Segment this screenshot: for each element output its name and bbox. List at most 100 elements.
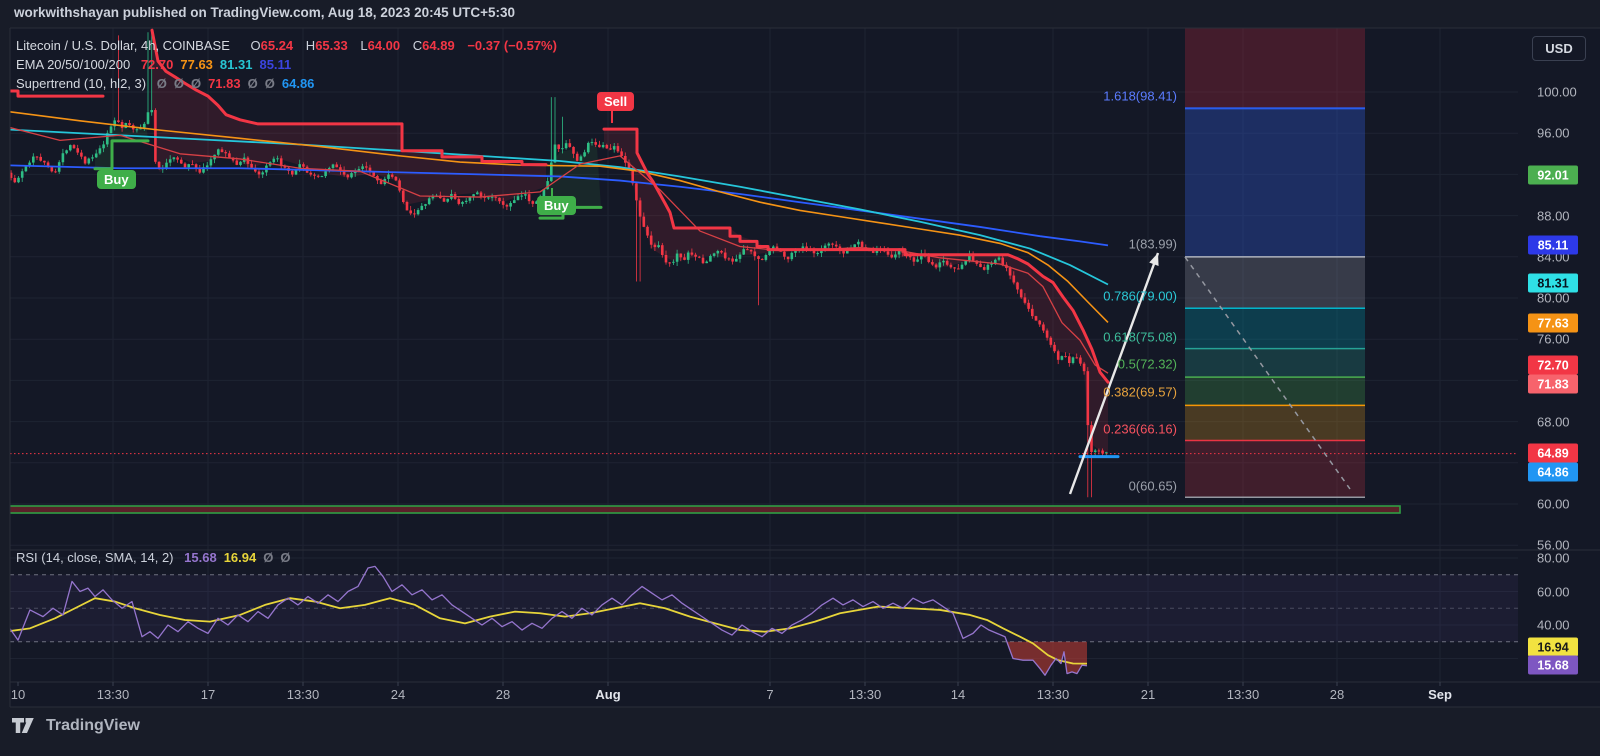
- tradingview-logo-text: TradingView: [46, 716, 140, 734]
- rsi-legend-value: 16.94: [223, 550, 257, 565]
- price-badge: 72.70: [1528, 355, 1578, 375]
- high-value: 65.33: [315, 38, 348, 53]
- buy-signal-tail: [551, 188, 553, 196]
- price-badge: 85.11: [1528, 235, 1578, 255]
- rsi-tick-label: 40.00: [1537, 617, 1570, 633]
- fib-zone: [1185, 308, 1365, 349]
- price-badge: 71.83: [1528, 374, 1578, 394]
- change-value: −0.37 (−0.57%): [467, 38, 557, 53]
- legend-ema-row: EMA 20/50/100/200 72.70 77.63 81.31 85.11: [16, 55, 557, 74]
- price-badge: 64.86: [1528, 462, 1578, 482]
- tradingview-watermark[interactable]: TradingView: [12, 716, 140, 735]
- fib-zone: [1185, 405, 1365, 441]
- sell-signal-text: Sell: [604, 94, 628, 109]
- supertrend-legend-value: 71.83: [208, 76, 241, 91]
- time-tick-label: 17: [200, 687, 216, 702]
- fib-zone: [1185, 348, 1365, 378]
- price-badge: 15.68: [1528, 655, 1578, 675]
- ema-label: EMA 20/50/100/200: [16, 57, 131, 72]
- rsi-legend-value: 15.68: [184, 550, 217, 565]
- fib-zone: [1185, 377, 1365, 406]
- ema-legend-value: 77.63: [180, 57, 213, 72]
- symbol-title: Litecoin / U.S. Dollar, 4h, COINBASE: [16, 38, 230, 53]
- rsi-legend-value: Ø: [280, 550, 291, 565]
- buy-signal-text: Buy: [104, 172, 129, 187]
- price-chart-canvas[interactable]: [0, 0, 1600, 756]
- fib-zone: [1185, 256, 1365, 309]
- supertrend-legend-value: 64.86: [281, 76, 315, 91]
- publisher-bar: workwithshayan published on TradingView.…: [14, 5, 516, 20]
- time-tick-label: 28: [1329, 687, 1345, 702]
- time-tick-label: 28: [495, 687, 511, 702]
- price-badge: 92.01: [1528, 165, 1578, 185]
- price-badge: 81.31: [1528, 273, 1578, 293]
- fib-zone: [1185, 440, 1365, 498]
- buy-signal-label: Buy: [97, 158, 136, 189]
- time-tick-label: Aug: [595, 687, 621, 702]
- price-tick-label: 80.00: [1537, 290, 1570, 306]
- time-tick-label: Sep: [1428, 687, 1452, 702]
- open-label: O: [250, 38, 261, 53]
- price-tick-label: 76.00: [1537, 331, 1570, 347]
- open-value: 65.24: [260, 38, 294, 53]
- low-label: L: [360, 38, 368, 53]
- price-badge: 77.63: [1528, 313, 1578, 333]
- high-label: H: [305, 38, 316, 53]
- supertrend-label: Supertrend (10, hl2, 3): [16, 76, 147, 91]
- fib-level-label: 1(83.99): [1128, 236, 1177, 252]
- time-tick-label: 13:30: [286, 687, 320, 702]
- low-value: 64.00: [367, 38, 401, 53]
- position-band: [10, 505, 1401, 514]
- rsi-legend-value: Ø: [263, 550, 274, 565]
- rsi-legend: RSI (14, close, SMA, 14, 2) 15.68 16.94 Ø Ø: [16, 550, 290, 565]
- fib-level-label: 0.382(69.57): [1103, 384, 1177, 400]
- supertrend-legend-value: Ø: [264, 76, 275, 91]
- currency-toggle-button[interactable]: USD: [1532, 36, 1586, 61]
- fib-level-label: 0.786(79.00): [1103, 288, 1177, 304]
- fib-level-label: 0.5(72.32): [1117, 356, 1177, 372]
- fib-zone: [1185, 108, 1365, 257]
- fib-zone: [1185, 28, 1365, 109]
- time-tick-label: 13:30: [1036, 687, 1070, 702]
- price-tick-label: 60.00: [1537, 496, 1570, 512]
- fib-level-label: 0.236(66.16): [1103, 421, 1177, 437]
- rsi-tick-label: 80.00: [1537, 550, 1570, 566]
- ema-legend-value: 85.11: [259, 57, 292, 72]
- price-badge: 16.94: [1528, 637, 1578, 657]
- tradingview-snapshot: workwithshayan published on TradingView.…: [0, 0, 1600, 756]
- price-tick-label: 100.00: [1537, 84, 1577, 100]
- close-value: 64.89: [422, 38, 455, 53]
- time-tick-label: 24: [390, 687, 406, 702]
- time-tick-label: 21: [1140, 687, 1156, 702]
- buy-signal-label: Buy: [537, 188, 576, 215]
- time-tick-label: 13:30: [96, 687, 130, 702]
- ema-legend-value: 81.31: [219, 57, 253, 72]
- sell-signal-tail: [611, 111, 613, 123]
- ema-legend-value: 72.70: [140, 57, 174, 72]
- close-label: C: [412, 38, 423, 53]
- tradingview-logo-icon: [12, 718, 34, 733]
- time-tick-label: 13:30: [1226, 687, 1260, 702]
- price-tick-label: 88.00: [1537, 208, 1570, 224]
- legend-supertrend-row: Supertrend (10, hl2, 3) Ø Ø Ø 71.83 Ø Ø 64.86: [16, 74, 557, 93]
- time-tick-label: 10: [10, 687, 26, 702]
- time-tick-label: 7: [766, 687, 774, 702]
- supertrend-legend-value: Ø: [173, 76, 184, 91]
- time-tick-label: 14: [950, 687, 966, 702]
- fib-level-label: 0.618(75.08): [1103, 329, 1177, 345]
- buy-signal-tail: [111, 158, 113, 170]
- time-tick-label: 13:30: [848, 687, 882, 702]
- rsi-label: RSI (14, close, SMA, 14, 2): [16, 550, 174, 565]
- legend-symbol-row: Litecoin / U.S. Dollar, 4h, COINBASE O65…: [16, 36, 557, 55]
- fib-level-label: 1.618(98.41): [1103, 88, 1177, 104]
- supertrend-legend-value: Ø: [247, 76, 258, 91]
- sell-signal-label: Sell: [597, 92, 635, 123]
- chart-legend: Litecoin / U.S. Dollar, 4h, COINBASE O65…: [16, 36, 557, 93]
- price-tick-label: 96.00: [1537, 125, 1570, 141]
- supertrend-legend-value: Ø: [156, 76, 167, 91]
- price-badge: 64.89: [1528, 443, 1578, 463]
- rsi-tick-label: 60.00: [1537, 584, 1570, 599]
- fib-level-label: 0(60.65): [1128, 478, 1177, 494]
- buy-signal-text: Buy: [544, 198, 569, 213]
- supertrend-legend-value: Ø: [190, 76, 202, 91]
